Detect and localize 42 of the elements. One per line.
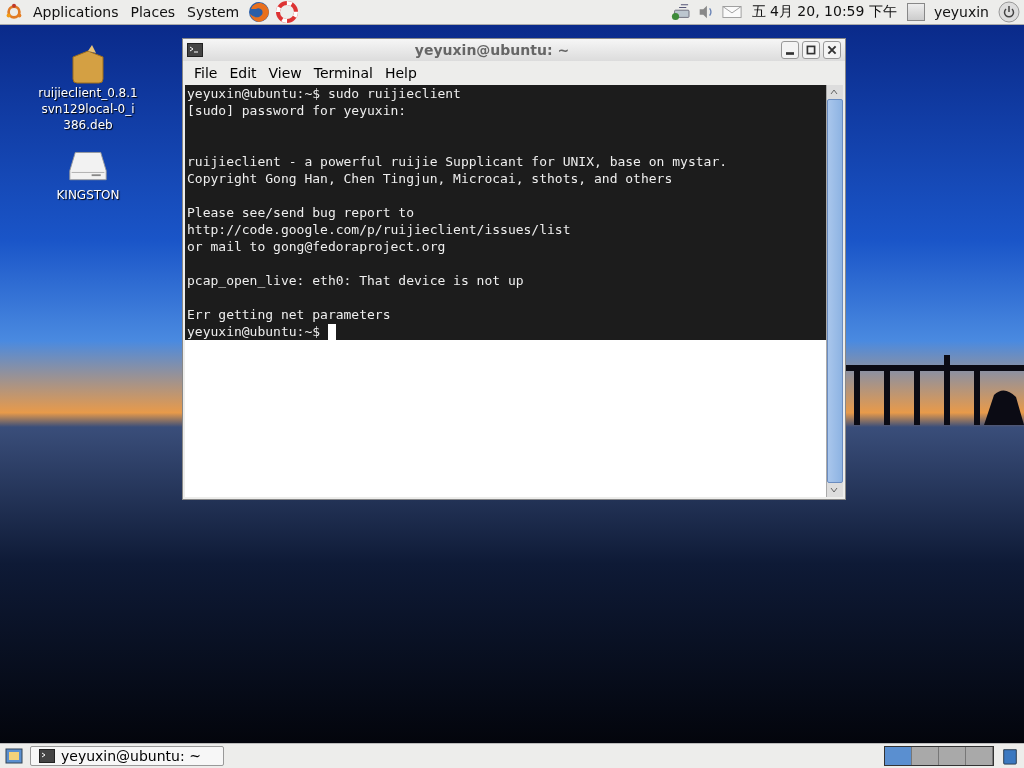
- scrollbar[interactable]: [826, 85, 843, 497]
- menu-item[interactable]: Help: [379, 65, 422, 81]
- help-icon[interactable]: [276, 1, 299, 23]
- network-icon[interactable]: [669, 3, 690, 21]
- maximize-icon: [805, 44, 817, 56]
- terminal-line: ruijieclient - a powerful ruijie Supplicant for UNIX, base on mystar.: [187, 153, 729, 170]
- menu-item[interactable]: View: [263, 65, 307, 81]
- close-button[interactable]: [823, 41, 841, 59]
- menu-item[interactable]: Edit: [224, 65, 262, 81]
- user-name[interactable]: yeyuxin: [930, 4, 992, 20]
- show-desktop-icon[interactable]: [4, 747, 24, 765]
- panel-menu[interactable]: Places: [127, 4, 179, 20]
- terminal-icon: [187, 43, 203, 57]
- desktop-icon-label[interactable]: KINGSTON: [38, 187, 138, 203]
- close-icon: [826, 44, 838, 56]
- terminal-line: http://code.google.com/p/ruijieclient/issues/list: [187, 221, 572, 238]
- terminal-line: Please see/send bug report to: [187, 204, 415, 221]
- panel-menu[interactable]: Applications: [30, 4, 122, 20]
- minimize-icon: [786, 52, 794, 55]
- terminal-line: Copyright Gong Han, Chen Tingjun, Microcai, sthots, and others: [187, 170, 674, 187]
- terminal-icon: [39, 749, 55, 763]
- minimize-button[interactable]: [781, 41, 799, 59]
- browser-icon[interactable]: [248, 1, 271, 23]
- taskbar-button[interactable]: yeyuxin@ubuntu: ~: [30, 746, 224, 766]
- panel-menu[interactable]: System: [184, 4, 243, 20]
- menu-item[interactable]: Terminal: [308, 65, 378, 81]
- clock[interactable]: 五 4月 20, 10:59 下午: [747, 3, 901, 21]
- terminal-line: [sudo] password for yeyuxin:: [187, 102, 408, 119]
- maximize-button[interactable]: [802, 41, 820, 59]
- user-status-icon[interactable]: [906, 3, 925, 21]
- terminal-line: pcap_open_live: eth0: That device is not up: [187, 272, 525, 289]
- terminal-line: yeyuxin@ubuntu:~$ sudo ruijieclient: [187, 85, 462, 102]
- mail-icon[interactable]: [721, 3, 742, 21]
- logo-icon[interactable]: [4, 3, 24, 21]
- window-title: yeyuxin@ubuntu: ~: [413, 42, 571, 58]
- desktop-icon-label[interactable]: ruijieclient_0.8.1svn129local-0_i386.deb: [38, 85, 138, 133]
- terminal-line: Err getting net parameters: [187, 306, 392, 323]
- terminal-line: or mail to gong@fedoraproject.org: [187, 238, 447, 255]
- terminal-prompt: yeyuxin@ubuntu:~$: [187, 323, 321, 340]
- power-icon[interactable]: [998, 1, 1020, 23]
- menu-item[interactable]: File: [189, 65, 223, 81]
- text-cursor: [328, 323, 337, 340]
